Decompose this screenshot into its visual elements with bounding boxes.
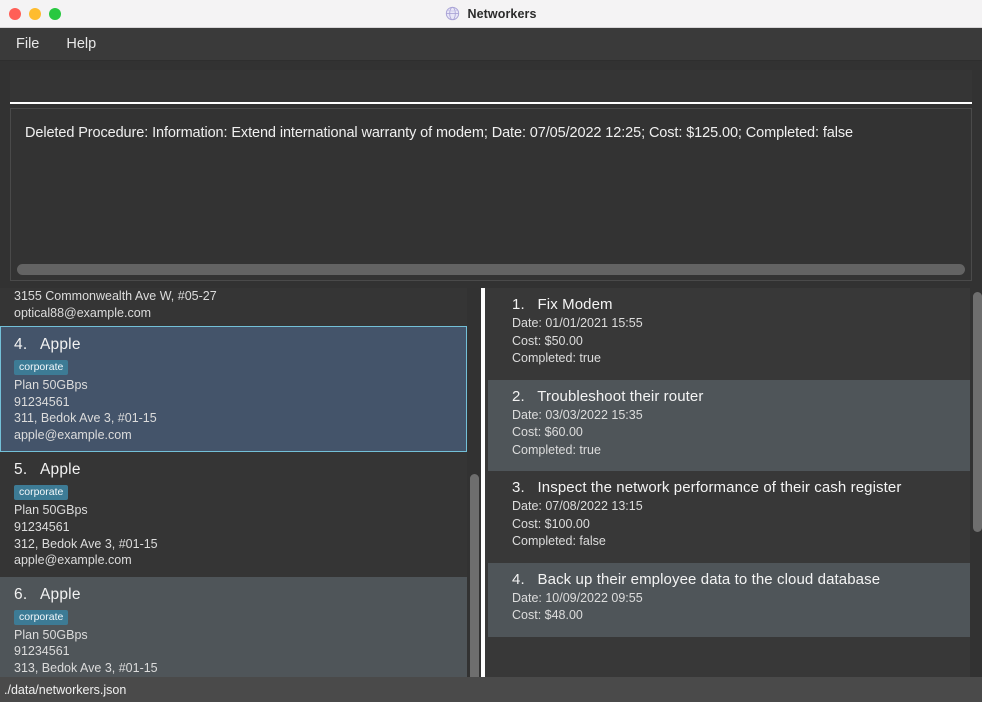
log-message: Deleted Procedure: Information: Extend i…	[25, 125, 853, 141]
procedure-title: Fix Modem	[537, 296, 613, 313]
procedure-cost: Cost: $50.00	[512, 333, 583, 348]
procedure-list-item[interactable]: 1. Fix Modem Date: 01/01/2021 15:55 Cost…	[488, 288, 970, 380]
close-button[interactable]	[9, 7, 21, 20]
procedure-title-row: 1. Fix Modem	[512, 296, 970, 315]
title-center-group: Networkers	[0, 6, 982, 21]
customer-address: 311, Bedok Ave 3, #01-15	[14, 411, 157, 426]
customer-type-badge: corporate	[14, 360, 69, 375]
content-panes: 3155 Commonwealth Ave W, #05-27 optical8…	[0, 288, 982, 677]
procedure-cost: Cost: $100.00	[512, 516, 590, 531]
globe-icon	[445, 6, 460, 21]
procedure-index: 1.	[512, 296, 525, 313]
customer-pane: 3155 Commonwealth Ave W, #05-27 optical8…	[0, 288, 481, 677]
procedure-title: Troubleshoot their router	[537, 387, 704, 405]
command-input[interactable]	[10, 70, 972, 104]
procedure-index: 4.	[512, 570, 525, 588]
procedure-title-row: 2. Troubleshoot their router	[512, 388, 970, 407]
customer-email: apple@example.com	[14, 553, 132, 568]
customer-type-badge: corporate	[14, 609, 69, 625]
status-bar: ./data/networkers.json	[0, 677, 982, 702]
customer-address: 3155 Commonwealth Ave W, #05-27	[14, 289, 217, 303]
procedure-cost: Cost: $60.00	[512, 425, 583, 439]
procedure-date: Date: 03/03/2022 15:35	[512, 407, 643, 422]
customer-name: Apple	[40, 336, 81, 353]
procedure-title-row: 4. Back up their employee data to the cl…	[512, 571, 970, 590]
window-controls	[0, 7, 61, 20]
menu-bar: File Help	[0, 28, 982, 61]
customer-plan: Plan 50GBps	[14, 378, 88, 392]
customer-index: 6.	[14, 585, 28, 603]
customer-email: optical88@example.com	[14, 306, 152, 320]
log-horizontal-scroll-thumb[interactable]	[17, 264, 965, 275]
log-horizontal-scrollbar[interactable]	[17, 264, 965, 275]
procedure-list-item[interactable]: 3. Inspect the network performance of th…	[488, 471, 970, 563]
customer-type-badge: corporate	[14, 485, 69, 501]
title-bar: Networkers	[0, 0, 982, 28]
procedure-completed: Completed: true	[512, 442, 601, 457]
procedure-date: Date: 10/09/2022 09:55	[512, 590, 643, 605]
customer-list-scroll-thumb[interactable]	[470, 474, 479, 677]
customer-list-item[interactable]: 6. Apple corporate Plan 50GBps 91234561 …	[0, 576, 467, 677]
procedure-title: Inspect the network performance of their…	[537, 479, 902, 496]
customer-index: 5.	[14, 461, 28, 479]
menu-item-file[interactable]: File	[16, 36, 39, 52]
procedure-list-scrollbar[interactable]	[970, 288, 982, 677]
minimize-button[interactable]	[29, 7, 41, 20]
procedure-date: Date: 01/01/2021 15:55	[512, 316, 643, 330]
procedure-cost: Cost: $48.00	[512, 608, 583, 622]
procedure-completed: Completed: true	[512, 351, 601, 365]
customer-plan: Plan 50GBps	[14, 627, 88, 642]
procedure-list[interactable]: 1. Fix Modem Date: 01/01/2021 15:55 Cost…	[488, 288, 970, 677]
procedure-title: Back up their employee data to the cloud…	[537, 570, 881, 588]
customer-name: Apple	[40, 585, 81, 603]
customer-index: 4.	[14, 336, 28, 353]
log-output-area[interactable]: Deleted Procedure: Information: Extend i…	[10, 108, 972, 281]
customer-name-row: 6. Apple	[14, 581, 467, 607]
customer-address: 313, Bedok Ave 3, #01-15	[14, 660, 158, 675]
customer-email: apple@example.com	[14, 427, 132, 442]
procedure-completed: Completed: false	[512, 534, 606, 548]
menu-item-help[interactable]: Help	[66, 36, 96, 52]
customer-name-row: 4. Apple	[14, 331, 466, 357]
customer-phone: 91234561	[14, 519, 70, 534]
procedure-date: Date: 07/08/2022 13:15	[512, 499, 643, 513]
customer-phone: 91234561	[14, 394, 70, 409]
procedure-pane: 1. Fix Modem Date: 01/01/2021 15:55 Cost…	[485, 288, 982, 677]
procedure-list-scroll-thumb[interactable]	[973, 292, 982, 532]
procedure-list-item[interactable]: 2. Troubleshoot their router Date: 03/03…	[488, 379, 970, 471]
procedure-list-item[interactable]: 4. Back up their employee data to the cl…	[488, 562, 970, 637]
window-title: Networkers	[467, 6, 537, 21]
customer-list[interactable]: 3155 Commonwealth Ave W, #05-27 optical8…	[0, 288, 467, 677]
customer-list-item-partial[interactable]: 3155 Commonwealth Ave W, #05-27 optical8…	[0, 288, 467, 326]
customer-list-scrollbar[interactable]	[467, 288, 481, 677]
status-file-path: ./data/networkers.json	[4, 682, 127, 697]
customer-list-item[interactable]: 5. Apple corporate Plan 50GBps 91234561 …	[0, 452, 467, 577]
customer-plan: Plan 50GBps	[14, 503, 88, 518]
maximize-button[interactable]	[49, 7, 61, 20]
customer-phone: 91234561	[14, 644, 70, 659]
procedure-index: 2.	[512, 387, 525, 405]
customer-list-item[interactable]: 4. Apple corporate Plan 50GBps 91234561 …	[0, 326, 467, 453]
customer-name: Apple	[40, 461, 81, 479]
customer-address: 312, Bedok Ave 3, #01-15	[14, 536, 158, 551]
procedure-index: 3.	[512, 479, 525, 496]
procedure-title-row: 3. Inspect the network performance of th…	[512, 479, 970, 498]
command-field-area	[0, 61, 982, 105]
customer-name-row: 5. Apple	[14, 456, 467, 482]
